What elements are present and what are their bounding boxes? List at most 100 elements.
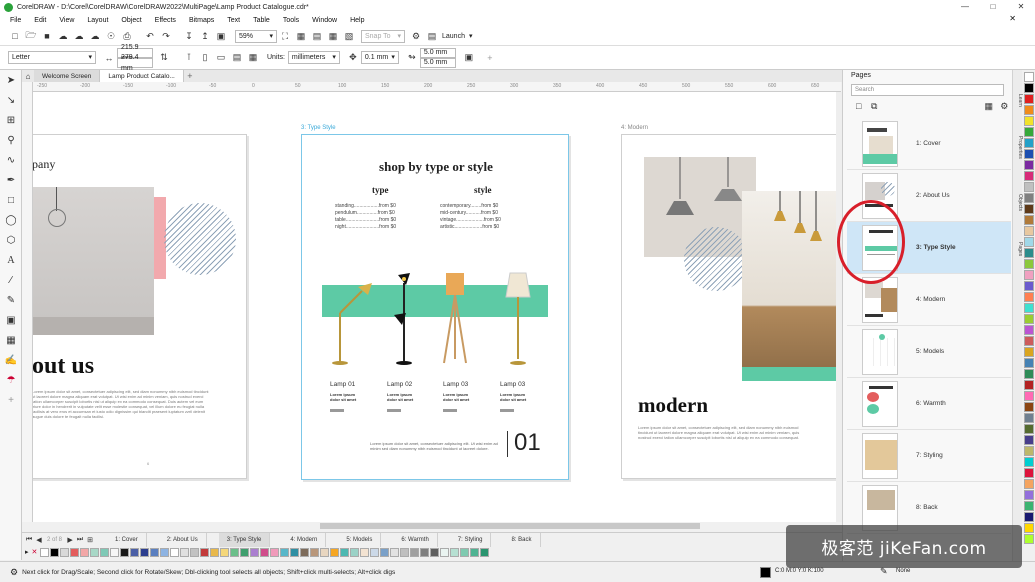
color-swatch[interactable] — [350, 547, 360, 557]
color-swatch[interactable] — [90, 547, 100, 557]
connector-tool-icon[interactable]: ∕ — [0, 270, 22, 290]
color-swatch[interactable] — [300, 547, 310, 557]
portrait-icon[interactable]: ▯ — [198, 51, 212, 65]
next-page-icon[interactable]: ▶ — [65, 536, 75, 544]
add-page-icon[interactable]: □ — [852, 99, 866, 113]
menu-table[interactable]: Table — [253, 17, 270, 24]
dup-y-field[interactable]: 5.0 mm — [419, 57, 456, 68]
color-swatch[interactable] — [1023, 424, 1034, 434]
gear-icon[interactable]: ⚙ — [998, 99, 1012, 113]
menu-object[interactable]: Object — [121, 17, 141, 24]
page-thumb-row[interactable]: 1: Cover — [847, 118, 1011, 170]
color-swatch[interactable] — [100, 547, 110, 557]
cloud-icon[interactable]: ☁ — [56, 29, 70, 43]
color-swatch[interactable] — [400, 547, 410, 557]
tab-welcome-screen[interactable]: Welcome Screen — [34, 70, 101, 82]
page-type-style[interactable]: shop by type or style type style standin… — [301, 134, 569, 480]
color-swatch[interactable] — [1023, 435, 1034, 445]
color-swatch[interactable] — [1023, 138, 1034, 148]
cloud-upload-icon[interactable]: ☁ — [72, 29, 86, 43]
color-swatch[interactable] — [1023, 534, 1034, 544]
page-tab-modern[interactable]: 4: Modern — [282, 532, 327, 547]
add-page-icon[interactable]: ⊞ — [85, 536, 95, 544]
color-swatch[interactable] — [210, 547, 220, 557]
color-swatch[interactable] — [170, 547, 180, 557]
menu-window[interactable]: Window — [312, 17, 337, 24]
color-swatch[interactable] — [80, 547, 90, 557]
color-swatch[interactable] — [1023, 72, 1034, 82]
polygon-tool-icon[interactable]: ⬡ — [0, 230, 22, 250]
color-swatch[interactable] — [480, 547, 490, 557]
page-thumb-row[interactable]: 5: Models — [847, 326, 1011, 378]
color-swatch[interactable] — [1023, 336, 1034, 346]
menu-help[interactable]: Help — [350, 17, 364, 24]
color-swatch[interactable] — [1023, 237, 1034, 247]
color-swatch[interactable] — [1023, 512, 1034, 522]
grid-icon[interactable]: ▦ — [326, 29, 340, 43]
crop-tool-icon[interactable]: ⊞ — [0, 110, 22, 130]
color-swatch[interactable] — [290, 547, 300, 557]
color-swatch[interactable] — [470, 547, 480, 557]
ellipse-tool-icon[interactable]: ◯ — [0, 210, 22, 230]
horizontal-ruler[interactable]: -250 -200 -150 -100 -50 0 50 100 150 200 250 300 350… — [33, 82, 841, 92]
text-tool-icon[interactable]: A — [0, 250, 22, 270]
last-page-icon[interactable]: ⏭ — [75, 536, 85, 544]
color-swatch[interactable] — [1023, 116, 1034, 126]
lock-ratio-icon[interactable]: ⇅ — [157, 51, 171, 65]
rulers-icon[interactable]: ▤ — [310, 29, 324, 43]
rectangle-tool-icon[interactable]: □ — [0, 190, 22, 210]
duplicate-page-icon[interactable]: ⧉ — [868, 99, 882, 113]
freehand-tool-icon[interactable]: ∿ — [0, 150, 22, 170]
menu-tools[interactable]: Tools — [283, 17, 299, 24]
color-swatch[interactable] — [1023, 523, 1034, 533]
zoom-tool-icon[interactable]: ⚲ — [0, 130, 22, 150]
color-swatch[interactable] — [260, 547, 270, 557]
color-swatch[interactable] — [410, 547, 420, 557]
color-swatch[interactable] — [1023, 160, 1034, 170]
pick-tool-icon[interactable]: ➤ — [0, 70, 22, 90]
color-swatch[interactable] — [1023, 281, 1034, 291]
color-swatch[interactable] — [1023, 94, 1034, 104]
page-tab-type-style[interactable]: 3: Type Style — [218, 532, 271, 547]
color-swatch[interactable] — [240, 547, 250, 557]
pattern-tool-icon[interactable]: ▦ — [0, 330, 22, 350]
menu-effects[interactable]: Effects — [155, 17, 176, 24]
color-swatch[interactable] — [1023, 204, 1034, 214]
color-swatch[interactable] — [1023, 358, 1034, 368]
paper-size-dropdown[interactable]: Letter ▾ — [8, 51, 96, 64]
color-swatch[interactable] — [1023, 270, 1034, 280]
page-tab-styling[interactable]: 7: Styling — [450, 532, 492, 547]
chevron-down-icon[interactable]: ▾ — [469, 32, 473, 40]
color-swatch[interactable] — [1023, 292, 1034, 302]
add-tool-icon[interactable]: + — [0, 390, 22, 410]
view-options-icon[interactable]: ▦ — [982, 99, 996, 113]
page-tab-models[interactable]: 5: Models — [338, 532, 382, 547]
color-swatch[interactable] — [1023, 457, 1034, 467]
color-swatch[interactable] — [1023, 413, 1034, 423]
tab-lamp-catalogue[interactable]: Lamp Product Catalo... — [100, 70, 184, 82]
color-swatch[interactable] — [1023, 193, 1034, 203]
menu-file[interactable]: File — [10, 17, 21, 24]
color-swatch[interactable] — [1023, 501, 1034, 511]
color-swatch[interactable] — [70, 547, 80, 557]
pdf-icon[interactable]: ▣ — [214, 29, 228, 43]
menu-bitmaps[interactable]: Bitmaps — [189, 17, 214, 24]
add-icon[interactable]: + — [483, 51, 497, 65]
shape-tool-icon[interactable]: ↘ — [0, 90, 22, 110]
color-swatch[interactable] — [430, 547, 440, 557]
minimize-icon[interactable]: — — [951, 0, 979, 14]
menu-layout[interactable]: Layout — [87, 17, 108, 24]
doc-close-icon[interactable]: ✕ — [1009, 14, 1016, 23]
color-swatch[interactable] — [440, 547, 450, 557]
zoom-field[interactable]: 59% ▾ — [235, 29, 277, 43]
eyedropper-tool-icon[interactable]: ✍ — [0, 350, 22, 370]
page-modern[interactable]: modern Lorem ipsum dolor sit amet, conse… — [621, 134, 836, 479]
color-swatch[interactable] — [120, 547, 130, 557]
wireframe-icon[interactable]: ▦ — [294, 29, 308, 43]
color-swatch[interactable] — [190, 547, 200, 557]
page-tab-cover[interactable]: 1: Cover — [107, 532, 147, 547]
blend-tool-icon[interactable]: ✎ — [0, 290, 22, 310]
page-tab-back[interactable]: 8: Back — [503, 532, 541, 547]
color-swatch[interactable] — [360, 547, 370, 557]
color-swatch[interactable] — [450, 547, 460, 557]
